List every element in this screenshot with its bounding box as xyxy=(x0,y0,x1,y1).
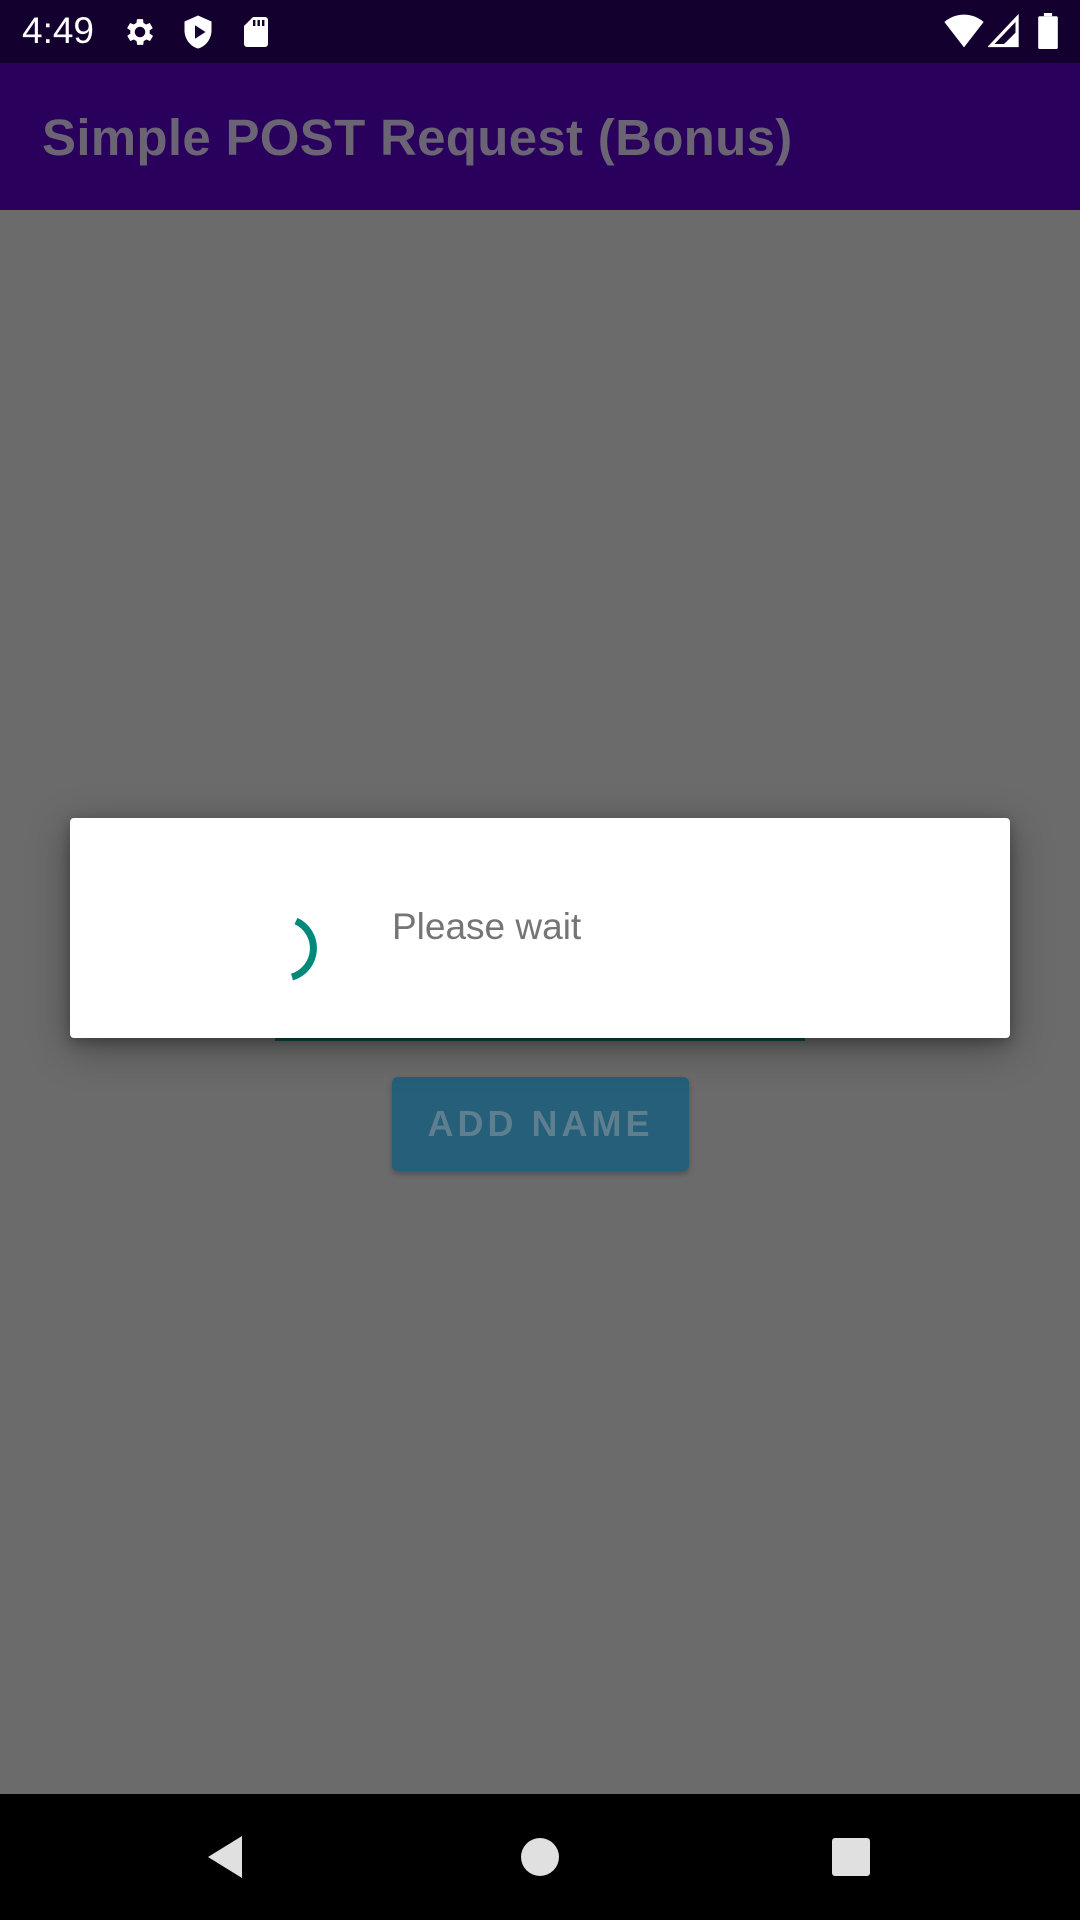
progress-spinner-icon xyxy=(256,896,352,992)
wifi-icon xyxy=(944,13,984,54)
play-protect-icon xyxy=(180,14,216,50)
app-title: Simple POST Request (Bonus) xyxy=(42,109,793,166)
settings-icon xyxy=(122,14,158,50)
add-name-button[interactable]: ADD NAME xyxy=(392,1077,689,1171)
sd-card-icon xyxy=(238,14,274,50)
battery-icon xyxy=(1038,13,1058,54)
home-icon[interactable] xyxy=(507,1824,573,1890)
status-bar: 4:49 xyxy=(0,0,1080,63)
status-time: 4:49 xyxy=(22,10,95,51)
app-bar: Simple POST Request (Bonus) xyxy=(0,63,1080,210)
progress-dialog: Please wait xyxy=(70,818,1010,1038)
recents-icon[interactable] xyxy=(818,1824,884,1890)
cell-signal-icon xyxy=(987,13,1020,54)
back-icon[interactable] xyxy=(192,1824,258,1890)
screen: 4:49 Simple POST Request (Bonus) ADD NAM… xyxy=(0,0,1080,1920)
navigation-bar xyxy=(0,1794,1080,1920)
dialog-message: Please wait xyxy=(392,906,582,947)
